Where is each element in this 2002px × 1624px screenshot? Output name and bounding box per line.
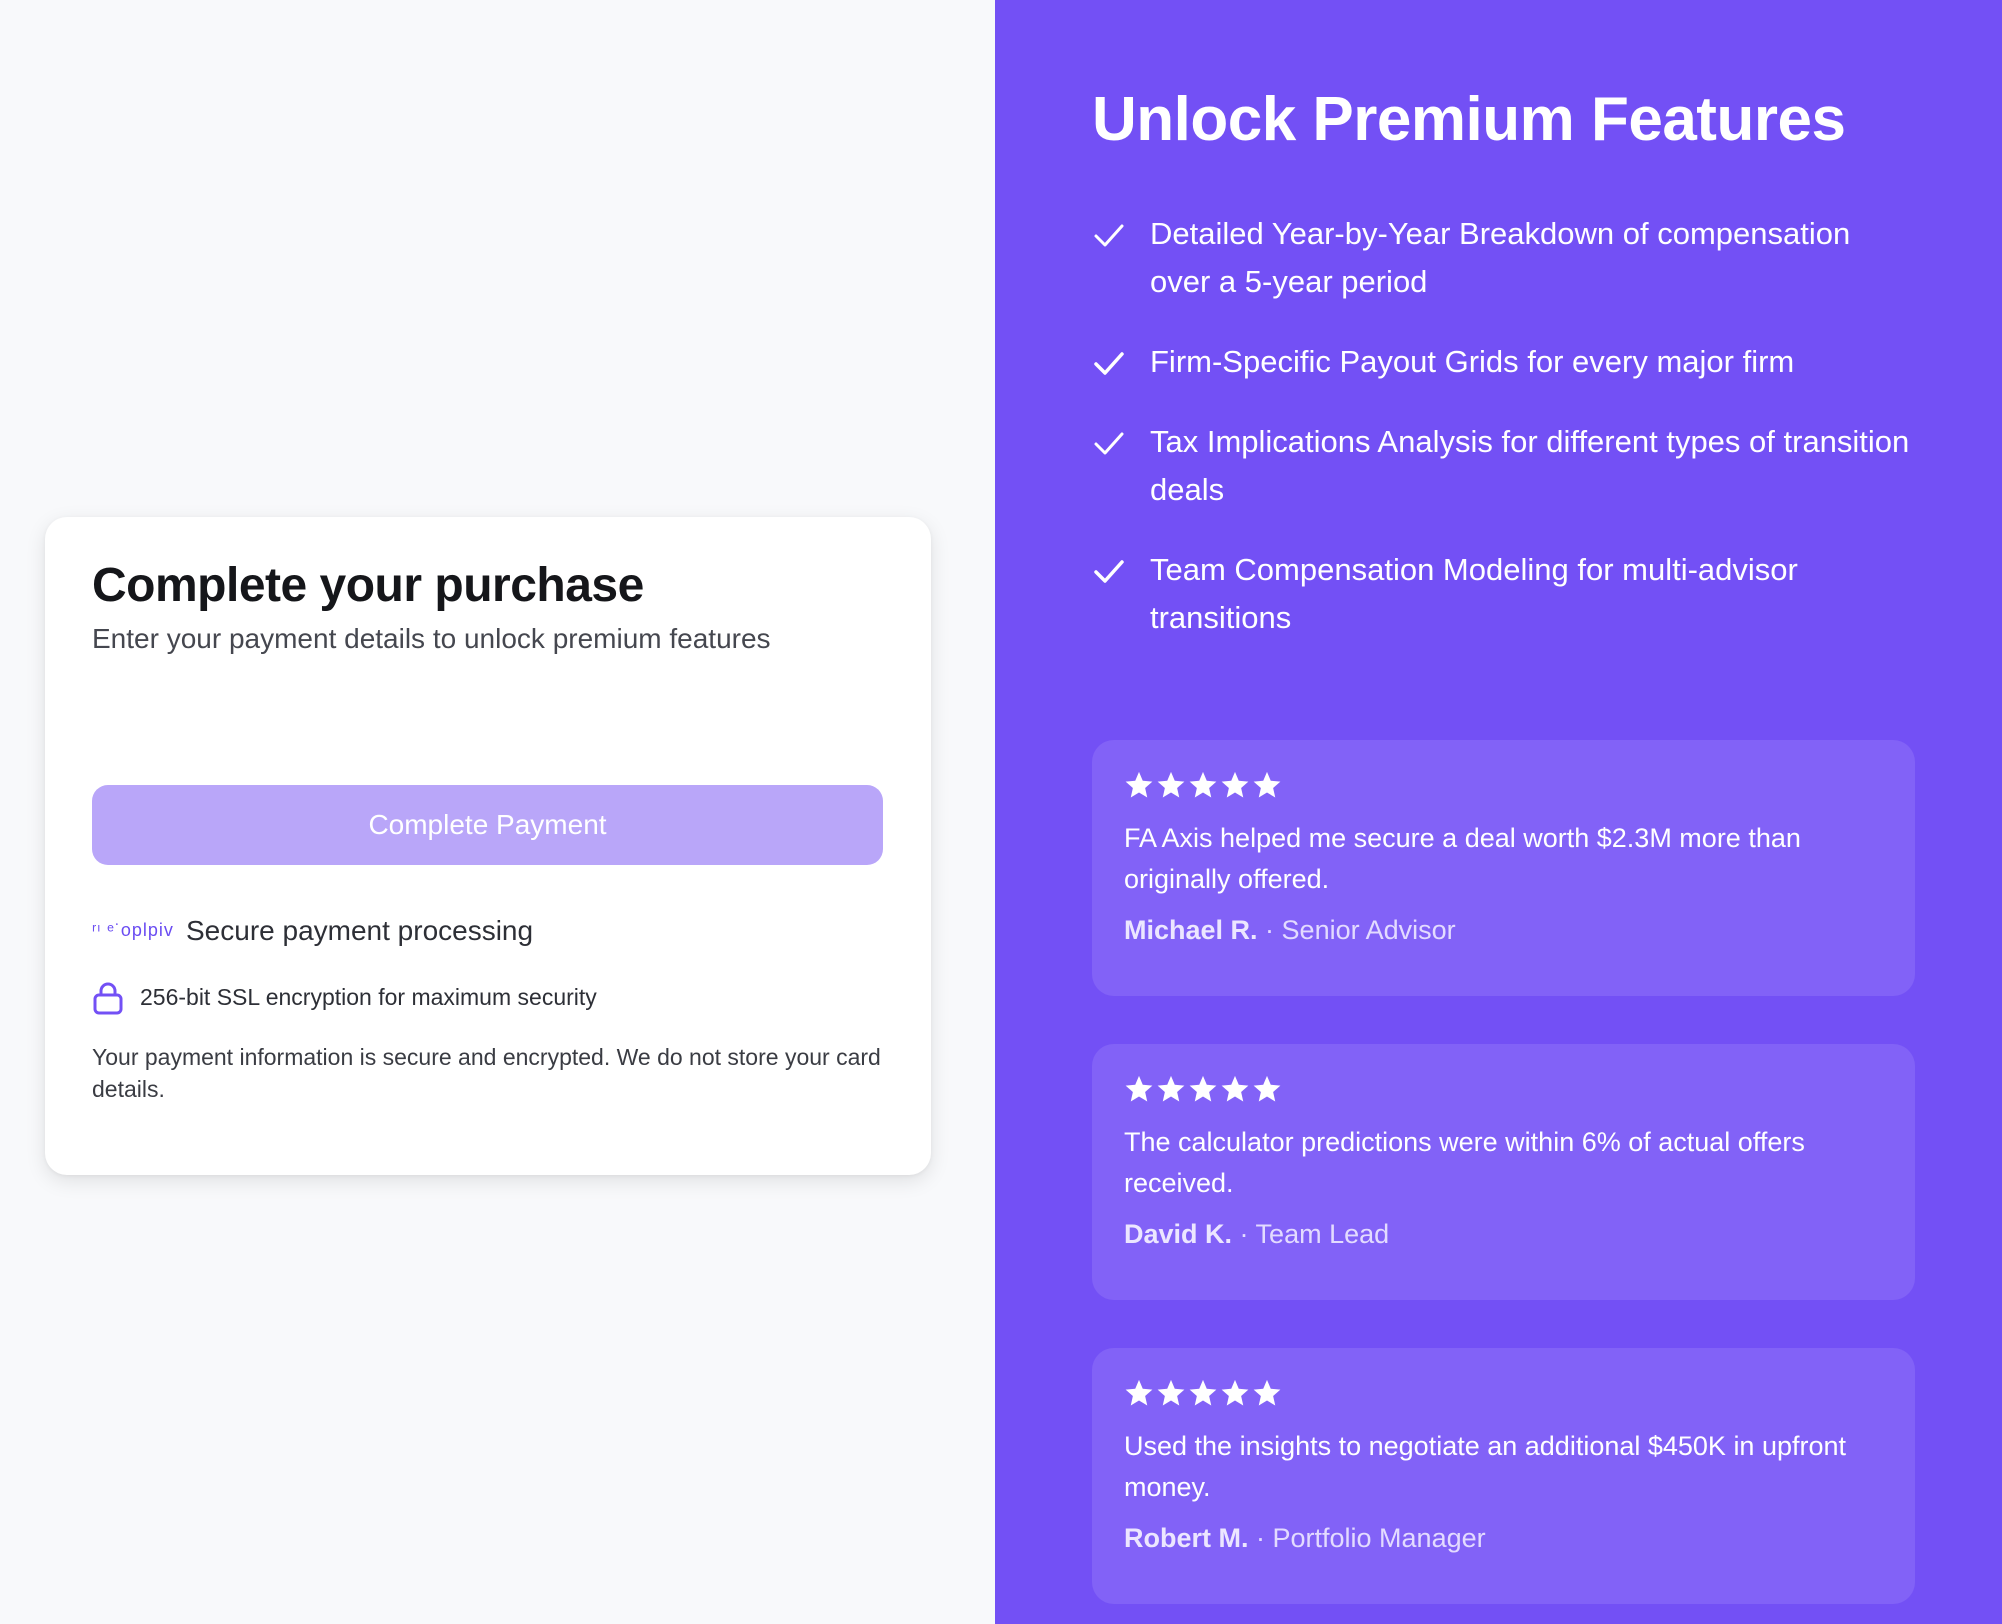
star-rating [1124, 770, 1883, 804]
author-name: Michael R. [1124, 915, 1258, 945]
star-icon [1157, 1379, 1185, 1406]
star-rating [1124, 1378, 1883, 1412]
payment-provider-logo: ʳᶦ ᵉ͘ oplpiv [92, 920, 174, 941]
star-icon [1125, 1379, 1153, 1406]
feature-item: Detailed Year-by-Year Breakdown of compe… [1092, 210, 1912, 306]
checkout-card: Complete your purchase Enter your paymen… [45, 517, 931, 1175]
testimonial-card: The calculator predictions were within 6… [1092, 1044, 1915, 1300]
premium-title: Unlock Premium Features [1092, 85, 1846, 154]
feature-text: Team Compensation Modeling for multi-adv… [1150, 552, 1798, 636]
star-icon [1125, 1075, 1153, 1102]
check-icon [1094, 352, 1124, 375]
testimonial-author: Robert M. · Portfolio Manager [1124, 1523, 1883, 1554]
author-role: Senior Advisor [1281, 915, 1456, 945]
star-icon [1221, 1379, 1249, 1406]
author-name: Robert M. [1124, 1523, 1249, 1553]
feature-text: Tax Implications Analysis for different … [1150, 424, 1910, 508]
testimonial-card: Used the insights to negotiate an additi… [1092, 1348, 1915, 1604]
testimonial-quote: The calculator predictions were within 6… [1124, 1127, 1805, 1198]
star-icon [1157, 771, 1185, 798]
author-separator: · [1248, 1523, 1273, 1553]
checkout-panel: Complete your purchase Enter your paymen… [0, 0, 995, 1624]
security-disclaimer: Your payment information is secure and e… [92, 1043, 881, 1103]
author-role: Team Lead [1255, 1219, 1390, 1249]
star-icon [1189, 1075, 1217, 1102]
author-separator: · [1232, 1219, 1256, 1249]
feature-text: Firm-Specific Payout Grids for every maj… [1150, 344, 1795, 380]
feature-text: Detailed Year-by-Year Breakdown of compe… [1150, 216, 1851, 300]
testimonial-quote: FA Axis helped me secure a deal worth $2… [1124, 823, 1801, 894]
premium-panel: Unlock Premium Features Detailed Year-by… [995, 0, 2002, 1624]
testimonial-quote: Used the insights to negotiate an additi… [1124, 1431, 1847, 1502]
check-icon [1094, 560, 1124, 583]
testimonial-author: Michael R. · Senior Advisor [1124, 915, 1883, 946]
testimonial-card: FA Axis helped me secure a deal worth $2… [1092, 740, 1915, 996]
checkout-title: Complete your purchase [92, 559, 644, 612]
lock-icon [93, 982, 123, 1015]
star-icon [1157, 1075, 1185, 1102]
feature-list: Detailed Year-by-Year Breakdown of compe… [1092, 210, 1912, 674]
secure-processing-row: ʳᶦ ᵉ͘ oplpiv Secure payment processing [92, 915, 884, 947]
star-icon [1253, 1379, 1281, 1406]
star-icon [1189, 771, 1217, 798]
star-icon [1221, 1075, 1249, 1102]
check-icon [1094, 224, 1124, 247]
star-icon [1221, 771, 1249, 798]
star-rating [1124, 1074, 1883, 1108]
secure-processing-text: Secure payment processing [186, 914, 534, 946]
star-icon [1253, 1075, 1281, 1102]
feature-item: Firm-Specific Payout Grids for every maj… [1092, 338, 1912, 386]
star-icon [1253, 771, 1281, 798]
author-role: Portfolio Manager [1272, 1523, 1486, 1553]
feature-item: Tax Implications Analysis for different … [1092, 418, 1912, 514]
ssl-text: 256-bit SSL encryption for maximum secur… [140, 984, 597, 1011]
checkout-subtitle: Enter your payment details to unlock pre… [92, 622, 771, 654]
feature-item: Team Compensation Modeling for multi-adv… [1092, 546, 1912, 642]
complete-payment-button[interactable]: Complete Payment [92, 784, 883, 865]
author-name: David K. [1124, 1219, 1233, 1249]
testimonial-author: David K. · Team Lead [1124, 1219, 1883, 1250]
author-separator: · [1257, 915, 1282, 945]
check-icon [1094, 432, 1124, 455]
star-icon [1125, 771, 1153, 798]
ssl-row: 256-bit SSL encryption for maximum secur… [92, 981, 884, 1015]
star-icon [1189, 1379, 1217, 1406]
